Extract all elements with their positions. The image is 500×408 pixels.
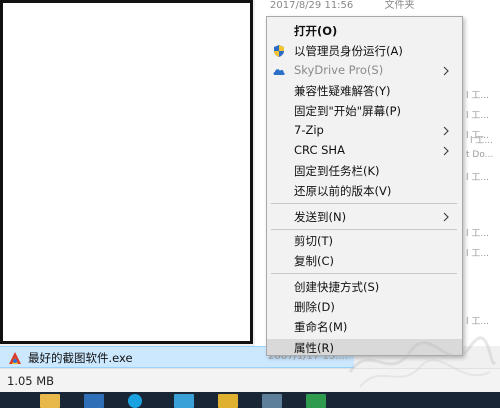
menu-item-label: 7-Zip bbox=[294, 123, 324, 137]
menu-item-label: 兼容性疑难解答(Y) bbox=[294, 84, 391, 98]
type-cell: 文件夹 bbox=[384, 0, 415, 11]
list-item-type: l 工... bbox=[466, 173, 489, 183]
menu-item-copy[interactable]: 复制(C) bbox=[267, 251, 462, 271]
list-item-type: l 工... bbox=[466, 249, 489, 259]
file-list-header-row: 2017/8/29 11:56 文件夹 bbox=[270, 0, 442, 11]
menu-item-label: 创建快捷方式(S) bbox=[294, 280, 380, 294]
menu-item-cut[interactable]: 剪切(T) bbox=[267, 231, 462, 251]
uac-shield-icon bbox=[274, 45, 284, 57]
file-explorer-icon[interactable] bbox=[40, 394, 60, 408]
menu-item-label: 剪切(T) bbox=[294, 234, 333, 248]
chevron-right-icon bbox=[443, 146, 449, 156]
image-preview-frame bbox=[0, 0, 253, 344]
list-item-type: t Do... bbox=[466, 150, 494, 160]
menu-item-rename[interactable]: 重命名(M) bbox=[267, 317, 462, 337]
menu-item-label: 以管理员身份运行(A) bbox=[294, 44, 403, 58]
list-item-type: l 工... bbox=[466, 317, 489, 327]
list-item-type: l 工... bbox=[470, 136, 493, 146]
menu-item-compatibility[interactable]: 兼容性疑难解答(Y) bbox=[267, 81, 462, 101]
menu-item-send-to[interactable]: 发送到(N) bbox=[267, 207, 462, 227]
menu-item-create-shortcut[interactable]: 创建快捷方式(S) bbox=[267, 277, 462, 297]
menu-item-delete[interactable]: 删除(D) bbox=[267, 297, 462, 317]
app-icon[interactable] bbox=[306, 394, 326, 408]
list-item-type: l 工... bbox=[466, 91, 489, 101]
menu-item-pin-to-start[interactable]: 固定到"开始"屏幕(P) bbox=[267, 101, 462, 121]
menu-item-label: 重命名(M) bbox=[294, 320, 348, 334]
app-icon[interactable] bbox=[84, 394, 104, 408]
exe-file-icon bbox=[9, 352, 21, 364]
menu-item-skydrive-pro[interactable]: SkyDrive Pro(S) bbox=[267, 61, 462, 81]
menu-item-label: 固定到"开始"屏幕(P) bbox=[294, 104, 401, 118]
menu-item-open[interactable]: 打开(O) bbox=[267, 21, 462, 41]
menu-item-label: 发送到(N) bbox=[294, 210, 347, 224]
menu-item-label: 复制(C) bbox=[294, 254, 335, 268]
date-modified-cell: 2017/8/29 11:56 bbox=[270, 0, 354, 11]
menu-item-pin-to-taskbar[interactable]: 固定到任务栏(K) bbox=[267, 161, 462, 181]
menu-item-crc-sha[interactable]: CRC SHA bbox=[267, 141, 462, 161]
chevron-right-icon bbox=[443, 126, 449, 136]
app-icon[interactable] bbox=[218, 394, 238, 408]
chevron-right-icon bbox=[443, 212, 449, 222]
file-name: 最好的截图软件.exe bbox=[28, 351, 133, 365]
menu-item-7zip[interactable]: 7-Zip bbox=[267, 121, 462, 141]
file-size-text: 1.05 MB bbox=[7, 374, 55, 388]
taskbar bbox=[0, 392, 500, 408]
menu-separator bbox=[271, 203, 457, 204]
menu-item-label: CRC SHA bbox=[294, 143, 345, 157]
menu-item-label: SkyDrive Pro(S) bbox=[294, 63, 384, 77]
menu-item-properties[interactable]: 属性(R) bbox=[267, 339, 462, 355]
menu-item-label: 属性(R) bbox=[294, 341, 334, 355]
app-icon[interactable] bbox=[128, 394, 142, 408]
list-item-type: l 工... bbox=[466, 229, 489, 239]
menu-item-label: 打开(O) bbox=[294, 24, 338, 38]
app-icon[interactable] bbox=[174, 394, 194, 408]
menu-separator bbox=[271, 273, 457, 274]
app-icon[interactable] bbox=[262, 394, 282, 408]
menu-item-label: 还原以前的版本(V) bbox=[294, 184, 392, 198]
context-menu: 打开(O) 以管理员身份运行(A) SkyDrive Pro(S) 兼容性疑难解… bbox=[266, 16, 463, 356]
menu-separator bbox=[271, 229, 457, 230]
menu-item-restore-versions[interactable]: 还原以前的版本(V) bbox=[267, 181, 462, 201]
chevron-right-icon bbox=[443, 66, 449, 76]
list-item-type: l 工... bbox=[466, 111, 489, 121]
menu-item-label: 删除(D) bbox=[294, 300, 335, 314]
cloud-icon bbox=[273, 69, 285, 75]
menu-item-label: 固定到任务栏(K) bbox=[294, 164, 380, 178]
status-bar: 1.05 MB bbox=[0, 368, 500, 393]
menu-item-run-as-admin[interactable]: 以管理员身份运行(A) bbox=[267, 41, 462, 61]
